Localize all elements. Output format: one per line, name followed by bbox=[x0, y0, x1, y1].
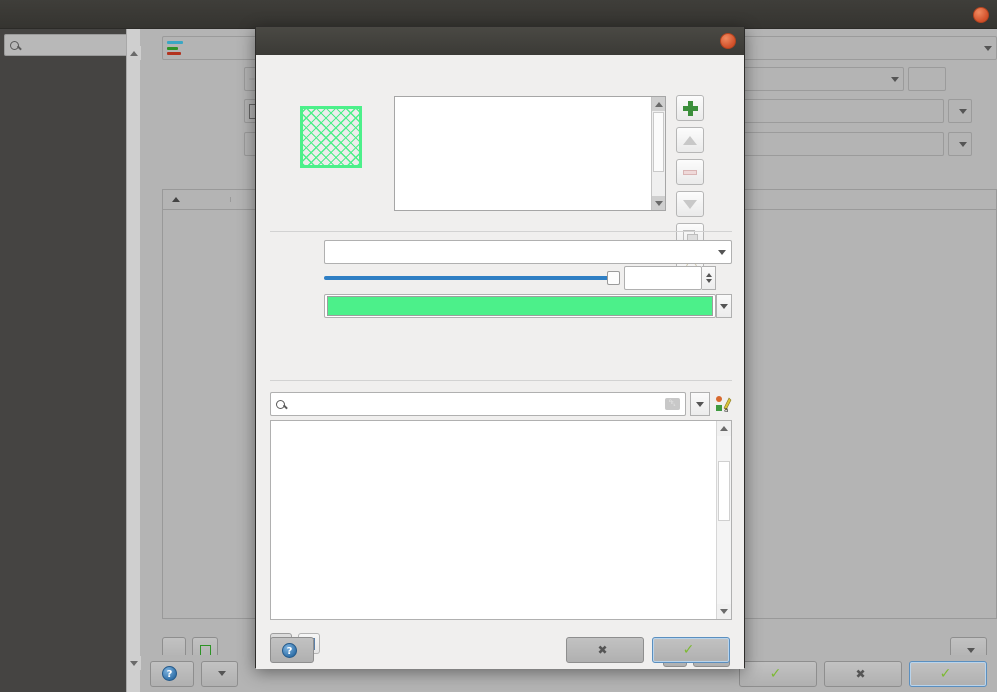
check-icon: ✓ bbox=[683, 642, 695, 658]
move-up-button[interactable] bbox=[676, 127, 704, 153]
chevron-down-icon bbox=[959, 142, 967, 147]
chevron-down-icon bbox=[891, 77, 899, 82]
sidebar-search-wrap bbox=[0, 29, 140, 59]
properties-sidebar bbox=[0, 29, 140, 692]
arrow-down-icon bbox=[655, 201, 663, 206]
clear-icon[interactable]: ␡ bbox=[665, 398, 680, 410]
help-icon: ? bbox=[162, 666, 177, 681]
window-titlebar bbox=[0, 0, 997, 29]
dialog-ok-button[interactable]: ✓ bbox=[652, 637, 730, 663]
slider-track bbox=[324, 276, 620, 280]
sidebar-search-input[interactable] bbox=[4, 34, 136, 56]
minus-icon bbox=[683, 170, 697, 175]
color-swatch bbox=[327, 296, 713, 316]
check-icon: ✓ bbox=[770, 666, 782, 682]
scroll-up-button[interactable] bbox=[127, 46, 141, 60]
scroll-down-button[interactable] bbox=[652, 196, 666, 210]
chevron-down-icon bbox=[959, 109, 967, 114]
chevron-down-icon bbox=[718, 250, 726, 255]
unit-row bbox=[270, 240, 732, 264]
categorized-icon bbox=[167, 41, 183, 55]
scrollbar-thumb[interactable] bbox=[718, 461, 730, 521]
sort-ascending-icon bbox=[172, 197, 180, 202]
dialog-help-button[interactable]: ? bbox=[270, 637, 314, 663]
chevron-down-icon bbox=[218, 671, 226, 676]
check-icon: ✓ bbox=[940, 666, 952, 682]
scroll-up-button[interactable] bbox=[652, 97, 666, 111]
stepper-up-icon[interactable] bbox=[706, 273, 712, 277]
color-button[interactable] bbox=[324, 294, 716, 318]
arrow-down-icon bbox=[130, 661, 138, 666]
dialog-footer: ? ✖ ✓ bbox=[256, 637, 744, 663]
add-symbol-layer-button[interactable] bbox=[676, 95, 704, 121]
style-button[interactable] bbox=[201, 661, 238, 687]
slider-handle[interactable] bbox=[607, 271, 620, 285]
scrollbar-thumb[interactable] bbox=[653, 112, 664, 172]
color-dropdown-button[interactable] bbox=[716, 294, 732, 318]
symbol-filter-dropdown[interactable] bbox=[690, 392, 710, 416]
layer-tree-scrollbar[interactable] bbox=[651, 97, 665, 210]
chevron-down-icon bbox=[967, 648, 975, 653]
dialog-cancel-button[interactable]: ✖ bbox=[566, 637, 644, 663]
scroll-up-button[interactable] bbox=[717, 421, 731, 436]
symbol-search-bar: ␡ a bbox=[270, 392, 732, 416]
arrow-up-icon bbox=[683, 136, 697, 145]
dialog-close-button[interactable] bbox=[720, 33, 736, 49]
main-help-button[interactable]: ? bbox=[150, 661, 194, 687]
unit-combobox[interactable] bbox=[324, 240, 732, 264]
symbol-selector-dialog: ␡ a bbox=[255, 26, 745, 668]
plus-icon bbox=[683, 101, 698, 116]
color-row bbox=[270, 294, 732, 318]
sidebar-scrollbar[interactable] bbox=[126, 29, 140, 692]
color-ramp-dropdown-button[interactable] bbox=[948, 132, 972, 156]
symbol-layer-tree[interactable] bbox=[394, 96, 666, 211]
gallery-scrollbar[interactable] bbox=[716, 421, 731, 619]
symbol-preview bbox=[287, 98, 375, 176]
value-expression-button[interactable] bbox=[908, 67, 946, 91]
x-icon: ✖ bbox=[855, 667, 865, 681]
scroll-down-button[interactable] bbox=[717, 604, 731, 619]
svg-text:a: a bbox=[724, 406, 728, 413]
scroll-down-button[interactable] bbox=[127, 656, 141, 670]
stepper-down-icon[interactable] bbox=[706, 279, 712, 283]
plus-icon bbox=[200, 645, 211, 656]
remove-symbol-layer-button[interactable] bbox=[676, 159, 704, 185]
opacity-slider[interactable] bbox=[324, 266, 620, 290]
help-icon: ? bbox=[282, 643, 297, 658]
arrow-up-icon bbox=[655, 102, 663, 107]
search-icon bbox=[10, 41, 19, 50]
symbol-gallery[interactable] bbox=[270, 420, 732, 620]
opacity-value-input[interactable] bbox=[624, 266, 702, 290]
main-cancel-button[interactable]: ✖ bbox=[824, 661, 902, 687]
arrow-up-icon bbox=[720, 426, 728, 431]
symbol-search-input[interactable]: ␡ bbox=[270, 392, 686, 416]
column-header-symbol[interactable] bbox=[163, 197, 231, 202]
arrow-down-icon bbox=[720, 609, 728, 614]
move-down-button[interactable] bbox=[676, 191, 704, 217]
arrow-up-icon bbox=[130, 51, 138, 56]
x-icon: ✖ bbox=[597, 643, 607, 657]
symbol-dropdown-button[interactable] bbox=[948, 99, 972, 123]
opacity-stepper[interactable] bbox=[702, 266, 716, 290]
screen: ? ✓ ✖ ✓ bbox=[0, 0, 997, 692]
chevron-down-icon bbox=[984, 46, 992, 51]
opacity-row bbox=[270, 266, 732, 290]
divider bbox=[270, 231, 732, 232]
arrow-down-icon bbox=[683, 200, 697, 209]
divider bbox=[270, 380, 732, 381]
chevron-down-icon bbox=[696, 402, 704, 407]
search-icon bbox=[276, 400, 285, 409]
window-close-button[interactable] bbox=[973, 7, 989, 23]
dialog-titlebar bbox=[256, 27, 744, 55]
main-ok-button[interactable]: ✓ bbox=[909, 661, 987, 687]
symbol-preview-graphic bbox=[300, 106, 362, 168]
apply-button[interactable]: ✓ bbox=[739, 661, 817, 687]
chevron-down-icon bbox=[720, 304, 728, 309]
style-manager-icon[interactable]: a bbox=[714, 395, 732, 413]
